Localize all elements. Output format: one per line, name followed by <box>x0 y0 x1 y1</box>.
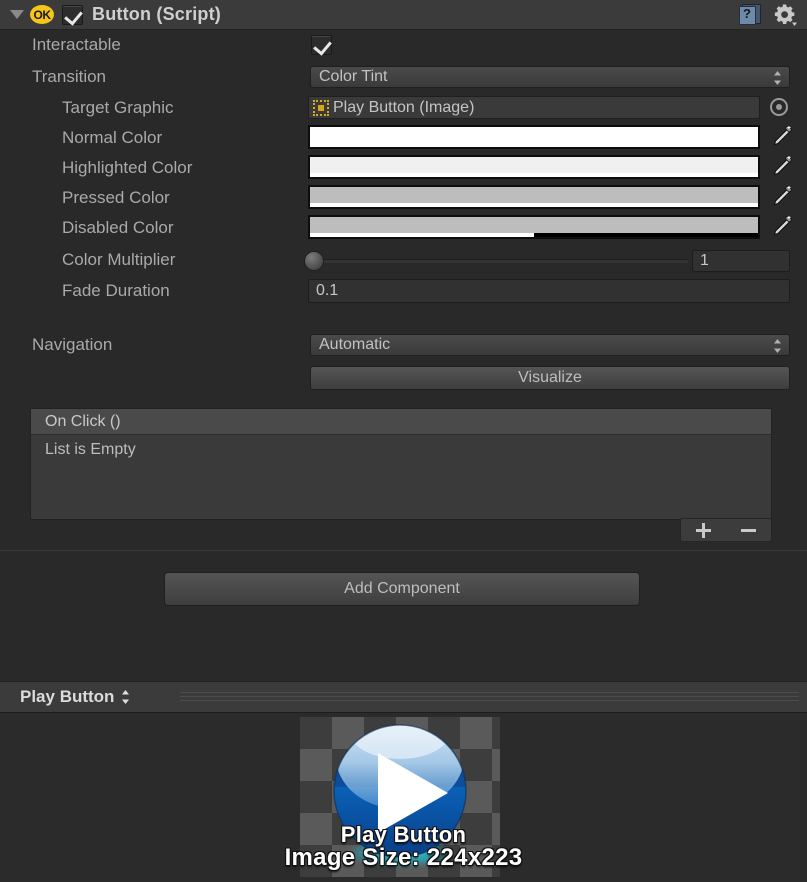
row-normal-color: Normal Color <box>0 123 807 153</box>
target-graphic-value: Play Button (Image) <box>333 98 475 116</box>
unity-inspector-panel: OK Button (Script) ? Interactable Transi… <box>0 0 807 882</box>
transition-dropdown[interactable]: Color Tint <box>310 66 790 88</box>
disabled-color-swatch[interactable] <box>308 215 760 239</box>
highlighted-color-swatch[interactable] <box>308 155 760 179</box>
transition-value: Color Tint <box>319 68 388 85</box>
gear-icon[interactable] <box>773 3 797 27</box>
row-color-multiplier: Color Multiplier 1 <box>0 245 807 275</box>
chevron-updown-icon <box>774 339 781 353</box>
color-multiplier-slider-handle[interactable] <box>304 251 324 271</box>
object-picker-icon[interactable] <box>770 98 788 116</box>
preview-grip-lines <box>180 692 799 703</box>
fade-duration-value-field[interactable]: 0.1 <box>308 279 790 303</box>
script-status-badge[interactable]: OK <box>30 5 54 24</box>
pressed-color-label: Pressed Color <box>62 188 170 207</box>
visualize-button[interactable]: Visualize <box>310 366 790 390</box>
navigation-dropdown[interactable]: Automatic <box>310 334 790 356</box>
normal-color-label: Normal Color <box>62 128 163 147</box>
color-multiplier-label: Color Multiplier <box>62 250 176 269</box>
section-divider <box>0 550 807 551</box>
disabled-color-label: Disabled Color <box>62 218 174 237</box>
chevron-updown-icon <box>774 71 781 85</box>
target-graphic-object-field[interactable]: Play Button (Image) <box>308 96 760 119</box>
eyedropper-icon[interactable] <box>768 185 794 209</box>
row-target-graphic: Target Graphic Play Button (Image) <box>0 93 807 123</box>
pressed-color-swatch[interactable] <box>308 185 760 209</box>
eyedropper-icon[interactable] <box>768 125 794 149</box>
interactable-label: Interactable <box>32 35 121 54</box>
row-interactable: Interactable <box>0 30 807 60</box>
rect-transform-icon <box>313 99 329 116</box>
interactable-checkbox[interactable] <box>311 35 332 55</box>
preview-title: Play Button <box>20 687 115 706</box>
help-book-icon[interactable]: ? <box>739 3 761 27</box>
row-fade-duration: Fade Duration 0.1 <box>0 276 807 306</box>
add-component-button[interactable]: Add Component <box>164 572 640 606</box>
preview-header-bar: Play Button <box>0 681 807 713</box>
onclick-list-toolbar <box>680 518 772 542</box>
transition-label: Transition <box>32 67 107 86</box>
eyedropper-icon[interactable] <box>768 215 794 239</box>
color-multiplier-value-field[interactable]: 1 <box>692 250 790 272</box>
onclick-header[interactable]: On Click () <box>31 409 771 435</box>
component-header[interactable]: OK Button (Script) ? <box>0 0 807 30</box>
row-pressed-color: Pressed Color <box>0 183 807 213</box>
component-title: Button (Script) <box>92 4 221 24</box>
component-enabled-checkbox[interactable] <box>62 4 83 25</box>
color-multiplier-slider-track[interactable] <box>310 259 688 263</box>
row-transition: Transition Color Tint <box>0 62 807 92</box>
preview-dropdown-icon[interactable] <box>121 689 130 705</box>
remove-event-button[interactable] <box>726 519 771 541</box>
onclick-empty-text: List is Empty <box>45 441 136 458</box>
navigation-value: Automatic <box>319 336 391 353</box>
fade-duration-label: Fade Duration <box>62 281 170 300</box>
row-navigation: Navigation Automatic <box>0 330 807 360</box>
highlighted-color-label: Highlighted Color <box>62 158 193 177</box>
onclick-event-list: On Click () List is Empty <box>30 408 772 520</box>
navigation-label: Navigation <box>32 335 113 354</box>
add-event-button[interactable] <box>681 519 726 541</box>
header-icon-group: ? <box>739 3 797 27</box>
play-button-sprite <box>333 724 467 869</box>
normal-color-swatch[interactable] <box>308 125 760 149</box>
preview-canvas[interactable]: Play Button Image Size: 224x223 <box>0 713 807 882</box>
eyedropper-icon[interactable] <box>768 155 794 179</box>
row-disabled-color: Disabled Color <box>0 213 807 243</box>
foldout-toggle-icon[interactable] <box>8 6 26 24</box>
row-highlighted-color: Highlighted Color <box>0 153 807 183</box>
target-graphic-label: Target Graphic <box>62 98 174 117</box>
